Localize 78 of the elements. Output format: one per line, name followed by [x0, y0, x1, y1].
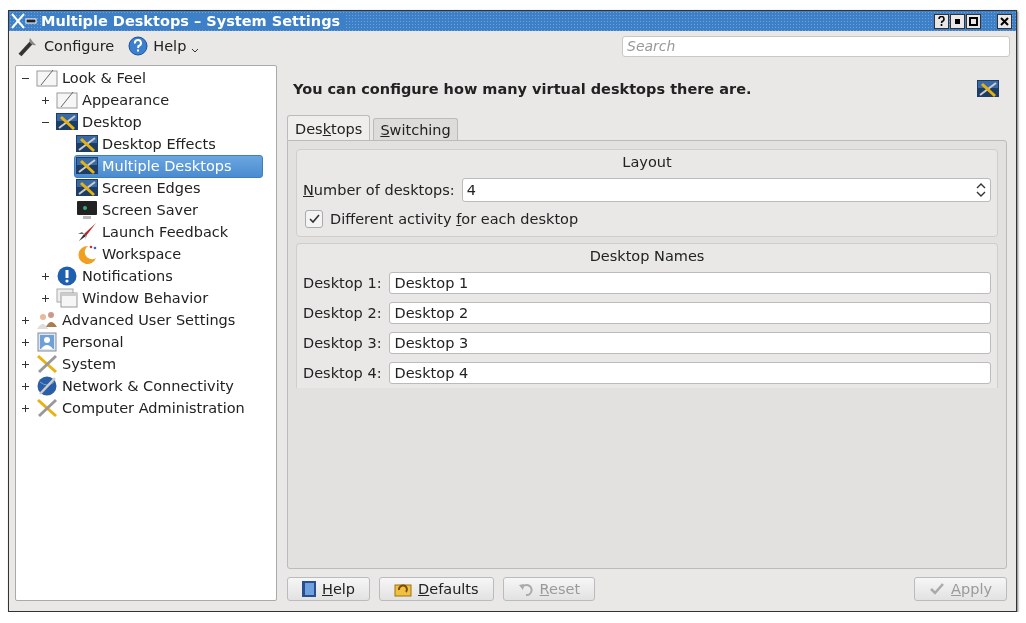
desktop-settings-icon: [977, 79, 999, 99]
tree-item[interactable]: System: [34, 352, 148, 376]
desktop-icon: [76, 156, 98, 176]
tree-item[interactable]: Desktop: [54, 110, 173, 134]
user-card-icon: [36, 332, 58, 352]
tree-item[interactable]: Window Behavior: [54, 286, 240, 310]
tree-item[interactable]: Network & Connectivity: [34, 374, 265, 398]
tree-item[interactable]: Advanced User Settings: [34, 308, 267, 332]
tree-item[interactable]: Computer Administration: [34, 396, 276, 420]
desktop-name-field[interactable]: Desktop 3: [388, 332, 991, 354]
window-icon: [56, 288, 78, 308]
checkbox[interactable]: [305, 210, 323, 228]
tree-item[interactable]: Personal: [34, 330, 155, 354]
dialog-button[interactable]: Help: [287, 577, 371, 601]
desktop-count-spinbox[interactable]: 4: [461, 178, 991, 202]
monitor-icon: [76, 200, 98, 220]
expand-icon[interactable]: [21, 360, 29, 368]
spin-arrows-icon: [976, 182, 986, 198]
close-icon: [1000, 16, 1009, 26]
tree-item[interactable]: Appearance: [54, 88, 201, 112]
undo-icon: [517, 582, 534, 596]
help-icon: [128, 36, 149, 56]
toolbar-button[interactable]: Help: [126, 34, 202, 58]
tree-item[interactable]: Workspace: [74, 242, 213, 266]
desktop-icon: [76, 134, 98, 154]
check-icon: [308, 214, 320, 224]
field-label: Desktop 2:: [303, 305, 382, 321]
chevron-down-icon: [191, 48, 200, 54]
expand-icon[interactable]: [21, 404, 29, 412]
tree-item[interactable]: Notifications: [54, 264, 204, 288]
checkmark-icon: [929, 582, 946, 596]
field-label: Desktop 1:: [303, 275, 382, 291]
field-label: Number of desktops:: [303, 182, 455, 198]
field-label: Desktop 3:: [303, 335, 382, 351]
context-help-button[interactable]: [934, 13, 949, 29]
tab[interactable]: Switching: [373, 118, 458, 140]
tree-item[interactable]: Desktop Effects: [74, 132, 247, 156]
desktop-icon: [76, 178, 98, 198]
expand-icon[interactable]: [41, 96, 49, 104]
expand-icon[interactable]: [41, 294, 49, 302]
window-title: Multiple Desktops – System Settings: [41, 13, 347, 29]
maximize-icon: [969, 16, 978, 26]
tab[interactable]: Desktops: [287, 115, 371, 140]
tree-item[interactable]: Screen Edges: [74, 176, 232, 200]
tree-item[interactable]: Screen Saver: [74, 198, 229, 222]
expand-icon[interactable]: [21, 382, 29, 390]
crescent-icon: [76, 244, 98, 264]
maximize-button[interactable]: [966, 13, 981, 29]
expand-icon[interactable]: [21, 338, 29, 346]
desktop-name-field[interactable]: Desktop 4: [388, 362, 991, 384]
activity-checkbox[interactable]: Different activity for each desktop: [303, 210, 991, 228]
drawing-board-icon: [36, 68, 58, 88]
minimize-button[interactable]: [950, 13, 965, 29]
tree-item[interactable]: Launch Feedback: [74, 220, 260, 244]
question-icon: [938, 16, 945, 26]
tree-item[interactable]: Look & Feel: [34, 66, 177, 90]
undo-folder-icon: [394, 581, 413, 597]
desktop-icon: [56, 112, 78, 132]
globe-icon: [36, 376, 58, 396]
users-icon: [36, 310, 58, 330]
close-button[interactable]: [997, 13, 1012, 29]
tools-icon: [36, 398, 58, 418]
desktop-name-field[interactable]: Desktop 1: [388, 272, 991, 294]
desktop-name-field[interactable]: Desktop 2: [388, 302, 991, 324]
group-title: Layout: [622, 154, 672, 170]
tools-icon: [36, 354, 58, 374]
rocket-icon: [76, 222, 98, 242]
field-label: Desktop 4:: [303, 365, 382, 381]
drawing-board-icon: [56, 90, 78, 110]
exclamation-icon: [56, 266, 78, 286]
minimize-icon: [955, 18, 960, 24]
group-title: Desktop Names: [589, 248, 705, 264]
dialog-button[interactable]: Defaults: [379, 577, 494, 601]
expand-icon[interactable]: [21, 316, 29, 324]
search-field[interactable]: Search: [622, 35, 1010, 57]
page-description: You can configure how many virtual desktops there are.: [293, 81, 752, 97]
expand-icon[interactable]: [41, 272, 49, 280]
toolbar-button[interactable]: Configure: [15, 33, 117, 59]
